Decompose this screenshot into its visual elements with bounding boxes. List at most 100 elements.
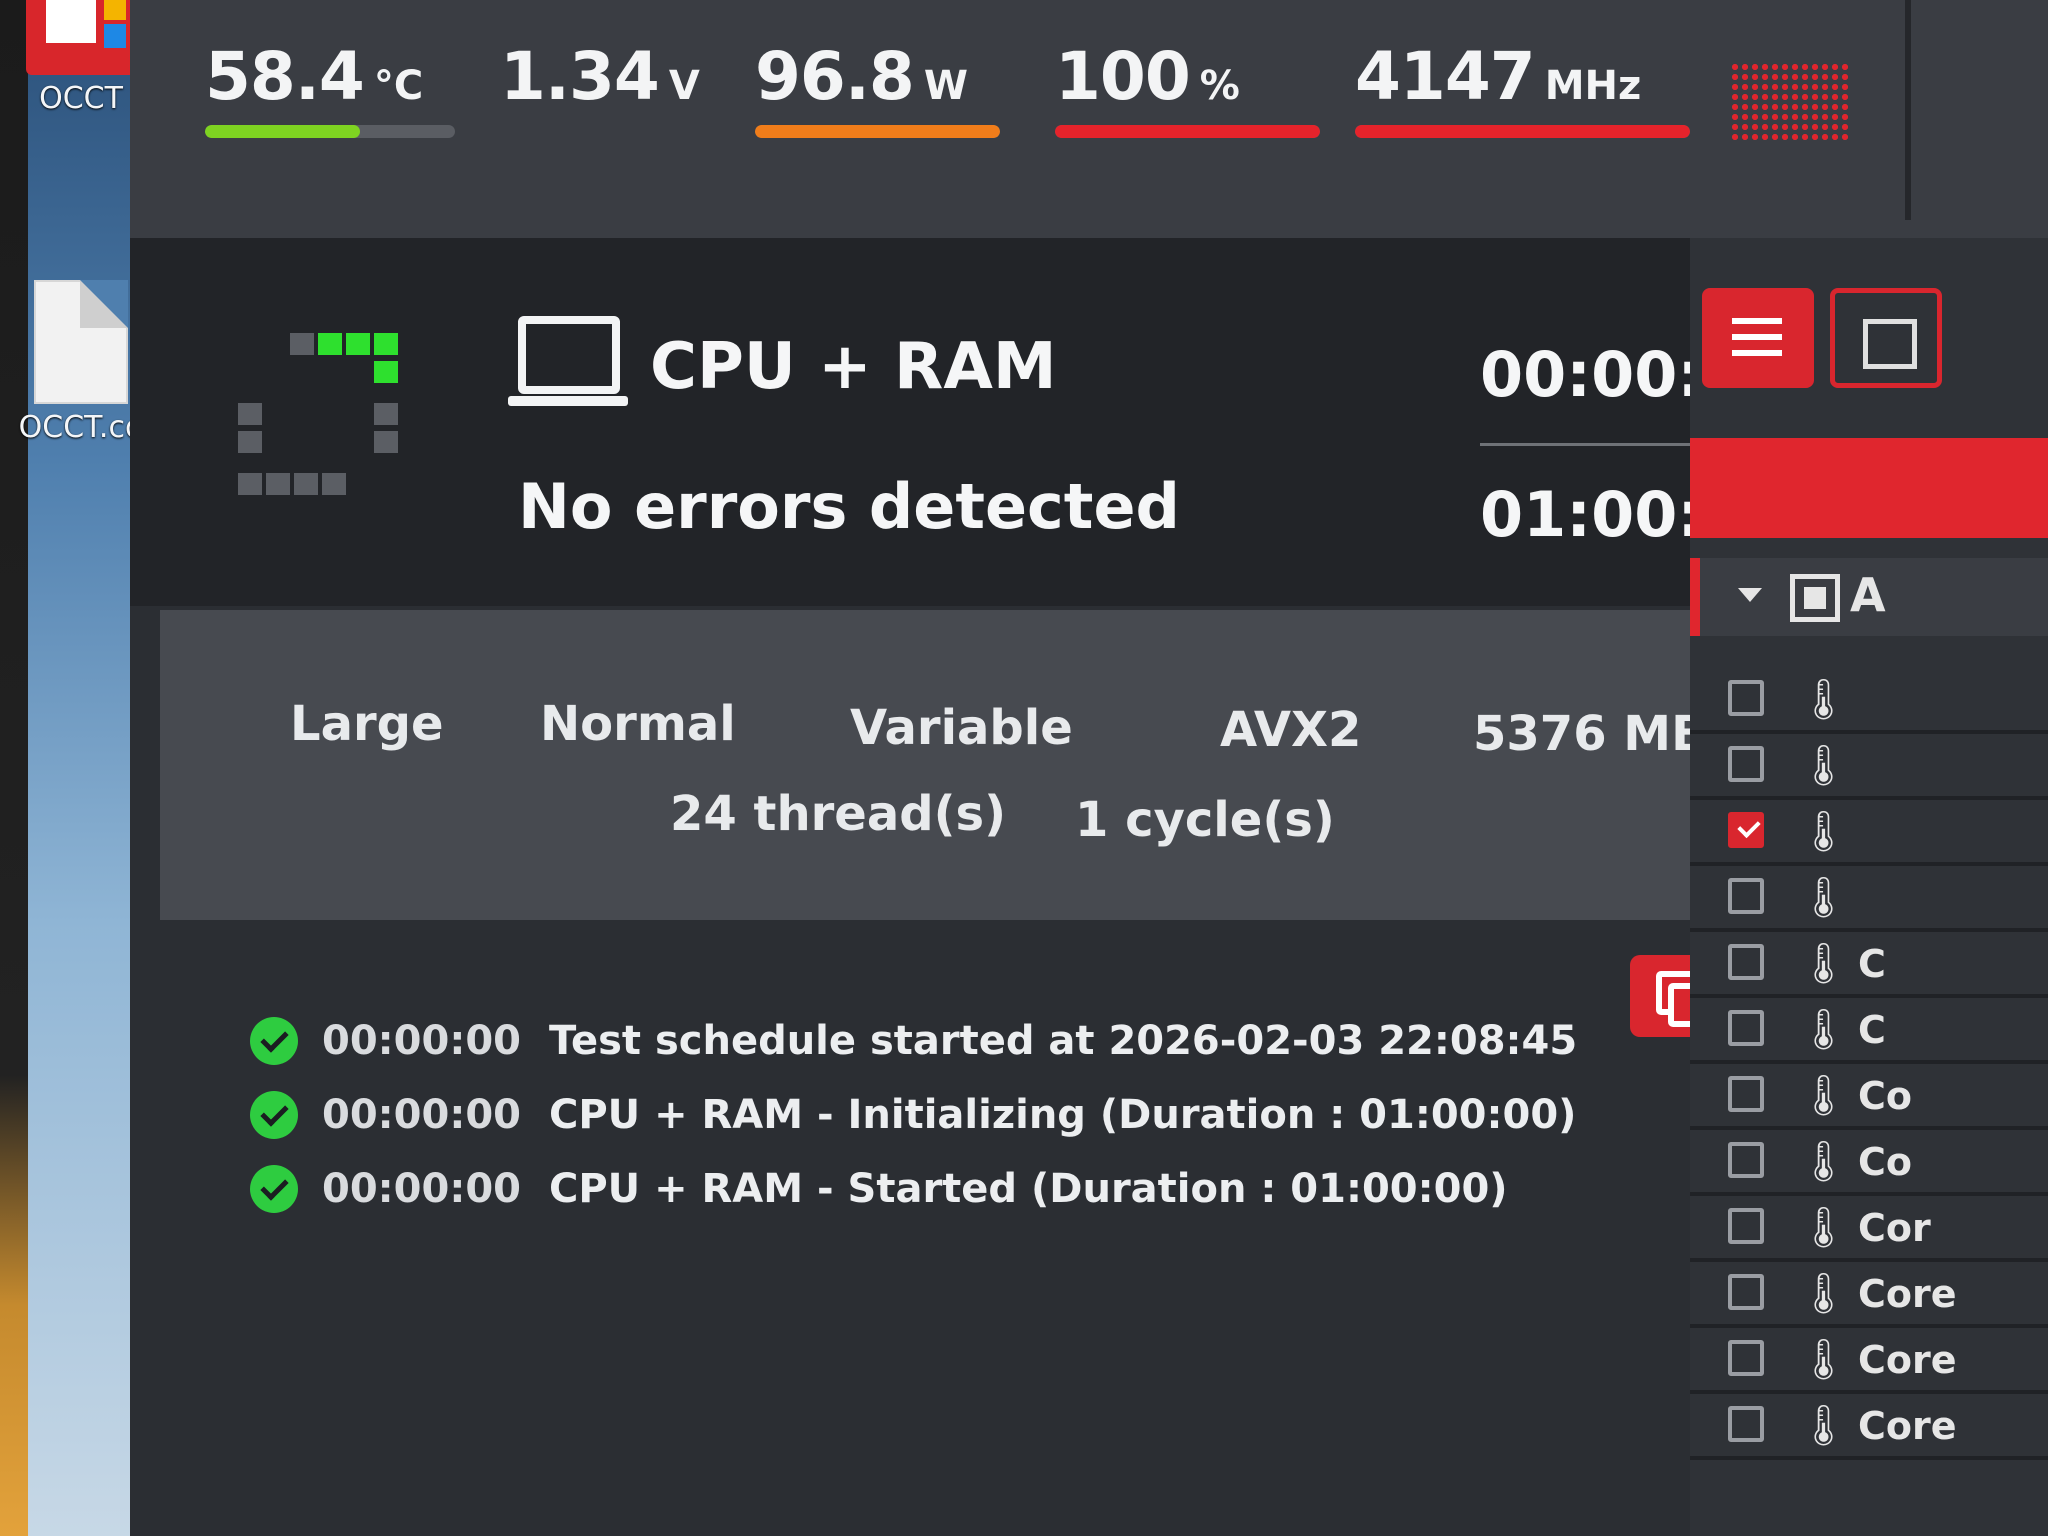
sensor-checkbox[interactable] xyxy=(1728,812,1764,848)
sensor-checkbox[interactable] xyxy=(1728,1076,1764,1112)
param-cycles: 1 cycle(s) xyxy=(1075,792,1335,848)
sensor-name: Core xyxy=(1858,1404,1957,1448)
cpu-power-metric[interactable]: 96.8 W xyxy=(755,38,1000,138)
sensor-checkbox[interactable] xyxy=(1728,944,1764,980)
test-status: No errors detected xyxy=(518,470,1180,543)
progress-squares-icon xyxy=(238,333,418,523)
log-time: 00:00:00 xyxy=(322,1092,521,1138)
log-entry: 00:00:00 Test schedule started at 2026-02… xyxy=(250,1017,1577,1077)
occt-logo-icon xyxy=(26,0,136,75)
sensor-name: Co xyxy=(1858,1140,1912,1184)
metric-bar xyxy=(205,125,455,138)
check-circle-icon xyxy=(250,1165,298,1213)
metric-unit: W xyxy=(923,63,968,109)
grid-view-button[interactable] xyxy=(1830,288,1942,388)
temperature-icon: 🌡 xyxy=(1798,1139,1849,1185)
param-load: Variable xyxy=(850,700,1073,756)
sensor-name: Core xyxy=(1858,1338,1957,1382)
cpu-temperature-metric[interactable]: 58.4 °C xyxy=(205,38,455,138)
metric-bar xyxy=(1055,125,1320,138)
sensor-name: Cor xyxy=(1858,1206,1931,1250)
monitor-bezel xyxy=(0,0,28,1536)
metric-bar-fill xyxy=(205,125,360,138)
log-time: 00:00:00 xyxy=(322,1018,521,1064)
log-message: CPU + RAM - Initializing (Duration : 01:… xyxy=(548,1092,1577,1138)
check-circle-icon xyxy=(250,1091,298,1139)
metric-bar xyxy=(1355,125,1690,138)
metric-unit: °C xyxy=(373,63,424,109)
cpu-voltage-metric[interactable]: 1.34 V xyxy=(500,38,700,138)
sensor-bar: 58.4 °C 1.34 V 96.8 W 100% 4147 MHz xyxy=(130,0,2048,238)
sensor-row: 🌡 C xyxy=(1690,998,2048,1064)
test-parameters: Large Normal Variable AVX2 5376 MB 24 th… xyxy=(160,610,1770,920)
temperature-icon: 🌡 xyxy=(1798,677,1849,723)
metric-bar-fill xyxy=(1355,125,1690,138)
param-memory: 5376 MB xyxy=(1473,706,1708,762)
sensor-checkbox[interactable] xyxy=(1728,746,1764,782)
temperature-icon: 🌡 xyxy=(1798,743,1849,789)
temperature-icon: 🌡 xyxy=(1798,1073,1849,1119)
sensor-checkbox[interactable] xyxy=(1728,1340,1764,1376)
sensor-row: 🌡 C xyxy=(1690,932,2048,998)
metric-unit: V xyxy=(668,63,700,109)
param-instruction-set: AVX2 xyxy=(1220,702,1362,758)
sensor-name: Co xyxy=(1858,1074,1912,1118)
temperature-icon: 🌡 xyxy=(1798,1007,1849,1053)
list-view-button[interactable] xyxy=(1702,288,1814,388)
metric-value: 1.34 xyxy=(500,38,660,115)
metric-bar-fill xyxy=(755,125,1000,138)
sensor-row: 🌡 xyxy=(1690,866,2048,932)
sensor-name: C xyxy=(1858,1008,1886,1052)
list-icon xyxy=(1732,318,1782,324)
sensor-panel-header xyxy=(1690,438,2048,538)
divider xyxy=(1905,0,1911,220)
check-circle-icon xyxy=(250,1017,298,1065)
log-message: CPU + RAM - Started (Duration : 01:00:00… xyxy=(548,1166,1508,1212)
sensor-row: 🌡 Cor xyxy=(1690,1196,2048,1262)
metric-value: 96.8 xyxy=(755,38,915,115)
sensor-row: 🌡 Core xyxy=(1690,1328,2048,1394)
sensor-checkbox[interactable] xyxy=(1728,1142,1764,1178)
temperature-icon: 🌡 xyxy=(1798,1205,1849,1251)
sensor-checkbox[interactable] xyxy=(1728,1274,1764,1310)
sensor-row: 🌡 Co xyxy=(1690,1130,2048,1196)
cpu-usage-metric[interactable]: 100% xyxy=(1055,38,1320,138)
sensor-row: 🌡 xyxy=(1690,668,2048,734)
test-log: 00:00:00 Test schedule started at 2026-02… xyxy=(130,925,1750,1536)
metric-bar xyxy=(755,125,1000,138)
metric-value: 58.4 xyxy=(205,38,365,115)
metric-bar xyxy=(500,125,700,138)
temperature-icon: 🌡 xyxy=(1798,1403,1849,1449)
param-threads: 24 thread(s) xyxy=(670,786,1007,842)
sensor-row: 🌡 Core xyxy=(1690,1394,2048,1460)
metric-value: 100 xyxy=(1055,38,1191,115)
sensor-checkbox[interactable] xyxy=(1728,680,1764,716)
param-dataset: Large xyxy=(290,696,444,752)
log-entry: 00:00:00 CPU + RAM - Started (Duration : … xyxy=(250,1165,1508,1225)
sensor-row: 🌡 Co xyxy=(1690,1064,2048,1130)
temperature-icon: 🌡 xyxy=(1798,1271,1849,1317)
sensor-checkbox[interactable] xyxy=(1728,1010,1764,1046)
sensor-name: Core xyxy=(1858,1272,1957,1316)
metric-unit: % xyxy=(1199,63,1240,109)
file-icon xyxy=(34,280,128,404)
log-time: 00:00:00 xyxy=(322,1166,521,1212)
temperature-icon: 🌡 xyxy=(1798,1337,1849,1383)
chevron-down-icon[interactable] xyxy=(1738,588,1762,602)
laptop-icon xyxy=(508,316,628,416)
test-header: CPU + RAM No errors detected 00:00:16 01… xyxy=(130,238,1800,606)
sensor-row: 🌡 xyxy=(1690,734,2048,800)
sensor-panel: A 🌡 🌡 🌡 🌡 🌡 C 🌡 C 🌡 Co 🌡 Co 🌡 Cor 🌡 Core 🌡 Core 🌡 Core xyxy=(1690,238,2048,1536)
temperature-icon: 🌡 xyxy=(1798,875,1849,921)
cpu-frequency-metric[interactable]: 4147 MHz xyxy=(1355,38,1690,138)
sensor-group-header[interactable]: A xyxy=(1690,558,2048,636)
grid-icon xyxy=(1863,319,1917,369)
sensor-row: 🌡 xyxy=(1690,800,2048,866)
core-grid-icon[interactable] xyxy=(1730,62,1852,142)
metric-value: 4147 xyxy=(1355,38,1536,115)
sensor-checkbox[interactable] xyxy=(1728,1406,1764,1442)
sensor-checkbox[interactable] xyxy=(1728,878,1764,914)
sensor-checkbox[interactable] xyxy=(1728,1208,1764,1244)
sensor-group-label: A xyxy=(1850,568,1886,622)
sensor-row: 🌡 Core xyxy=(1690,1262,2048,1328)
